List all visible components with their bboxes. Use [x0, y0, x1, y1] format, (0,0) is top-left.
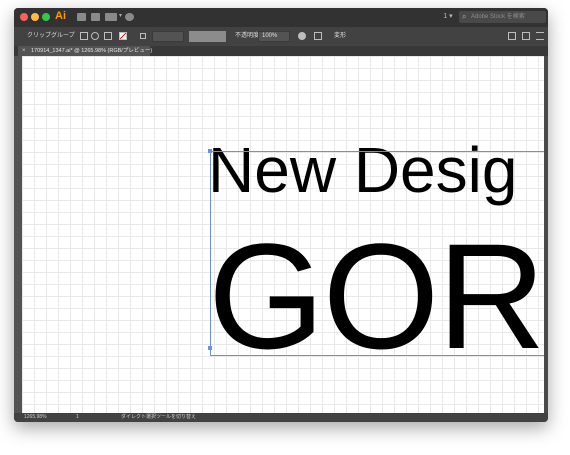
status-bar: 1265.98% 1 ダイレクト選択ツールを切り替え: [14, 413, 548, 422]
selection-type-label: クリップグループ: [27, 33, 75, 39]
bridge-button[interactable]: [77, 13, 86, 21]
opacity-label: 不透明度: [235, 33, 260, 39]
search-icon: ⌕: [462, 12, 467, 21]
app-window: Ai ▾ 1 ▾ ⌕ Adobe Stock を検索 クリップグループ 不透明度…: [14, 8, 548, 422]
stock-button[interactable]: [91, 13, 100, 21]
vertical-scrollbar[interactable]: [544, 56, 548, 413]
document-tab-bar: × 170914_1347.ai* @ 1265.98% (RGB/プレビュー): [14, 46, 548, 56]
title-bar: Ai ▾ 1 ▾ ⌕ Adobe Stock を検索: [14, 8, 548, 27]
artboard-canvas[interactable]: New Desig GOR: [22, 56, 544, 413]
workspace-switcher[interactable]: 1 ▾: [440, 11, 456, 23]
control-bar: クリップグループ 不透明度 100% 変形: [14, 27, 548, 47]
gpu-performance-icon[interactable]: [125, 13, 134, 21]
opacity-field[interactable]: 100%: [258, 31, 290, 42]
arrange-documents-icon[interactable]: [105, 13, 117, 21]
selection-bounding-box[interactable]: [210, 151, 544, 356]
anchor-point[interactable]: [208, 149, 212, 153]
transform-link[interactable]: 変形: [334, 27, 346, 46]
stock-search-field[interactable]: ⌕ Adobe Stock を検索: [459, 11, 546, 23]
zoom-level[interactable]: 1265.98%: [24, 413, 47, 422]
fill-swatch[interactable]: [104, 32, 112, 40]
workspace-label: 1: [443, 13, 448, 20]
chevron-down-icon: ▾: [119, 13, 123, 19]
close-tab-icon[interactable]: ×: [22, 46, 26, 56]
opacity-value: 100%: [262, 33, 278, 39]
app-logo: Ai: [55, 10, 66, 22]
document-tab-title: 170914_1347.ai* @ 1265.98% (RGB/プレビュー): [31, 48, 153, 54]
stroke-weight-field[interactable]: [152, 31, 184, 42]
align-icon[interactable]: [314, 32, 322, 40]
isolate-group-icon[interactable]: [80, 32, 88, 40]
status-tool-hint[interactable]: ダイレクト選択ツールを切り替え: [121, 413, 196, 422]
edit-clip-path-icon[interactable]: [91, 32, 99, 40]
align-panel-icon[interactable]: [522, 32, 530, 40]
artboard-number[interactable]: 1: [76, 413, 79, 422]
anchor-point[interactable]: [208, 346, 212, 350]
document-tab[interactable]: × 170914_1347.ai* @ 1265.98% (RGB/プレビュー): [18, 46, 153, 56]
minimize-window-button[interactable]: [31, 13, 39, 21]
stroke-weight-icon[interactable]: [140, 33, 146, 39]
zoom-window-button[interactable]: [42, 13, 50, 21]
variable-width-profile[interactable]: [189, 31, 226, 42]
arrange-icon[interactable]: [508, 32, 516, 40]
panel-menu-icon[interactable]: [536, 32, 544, 40]
search-placeholder: Adobe Stock を検索: [471, 14, 525, 20]
close-window-button[interactable]: [20, 13, 28, 21]
stroke-swatch[interactable]: [119, 32, 127, 40]
recolor-artwork-icon[interactable]: [298, 32, 306, 40]
